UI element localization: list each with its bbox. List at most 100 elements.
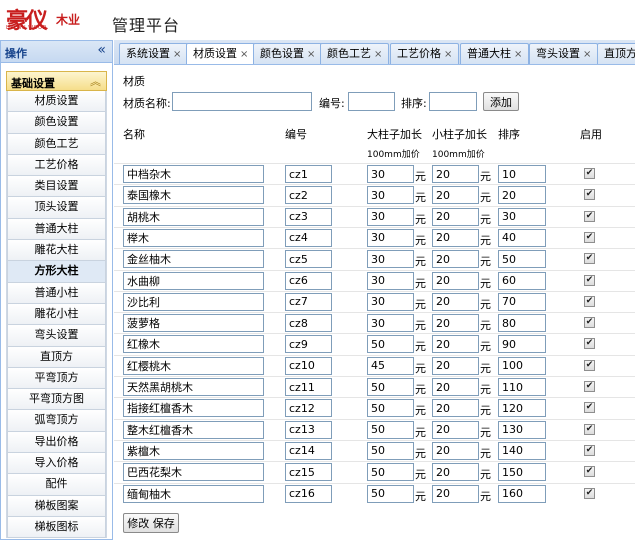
small-price-field[interactable] xyxy=(432,271,479,290)
big-price-field[interactable] xyxy=(367,356,414,375)
enabled-checkbox[interactable]: ✔ xyxy=(584,253,595,265)
enabled-checkbox[interactable]: ✔ xyxy=(584,189,595,201)
save-button[interactable]: 修改 保存 xyxy=(123,513,179,533)
name-field[interactable] xyxy=(123,420,264,439)
small-price-field[interactable] xyxy=(432,335,479,354)
name-field[interactable] xyxy=(123,207,264,226)
order-field[interactable] xyxy=(498,207,546,226)
small-price-field[interactable] xyxy=(432,356,479,375)
big-price-field[interactable] xyxy=(367,186,414,205)
order-field[interactable] xyxy=(498,420,546,439)
code-input[interactable] xyxy=(348,92,395,111)
order-field[interactable] xyxy=(498,484,546,503)
close-icon[interactable]: × xyxy=(514,49,522,60)
code-field[interactable] xyxy=(285,292,332,311)
sidebar-item[interactable]: 弯头设置 xyxy=(7,325,106,347)
tab[interactable]: 系统设置 × xyxy=(119,43,189,64)
enabled-checkbox[interactable]: ✔ xyxy=(584,338,595,350)
sidebar-item[interactable]: 雕花小柱 xyxy=(7,303,106,326)
big-price-field[interactable] xyxy=(367,441,414,460)
small-price-field[interactable] xyxy=(432,378,479,396)
small-price-field[interactable] xyxy=(432,165,479,183)
enabled-checkbox[interactable]: ✔ xyxy=(584,295,595,307)
enabled-checkbox[interactable]: ✔ xyxy=(584,317,595,329)
small-price-field[interactable] xyxy=(432,463,479,482)
name-field[interactable] xyxy=(123,186,264,205)
big-price-field[interactable] xyxy=(367,484,414,503)
name-field[interactable] xyxy=(123,484,264,503)
code-field[interactable] xyxy=(285,207,332,226)
enabled-checkbox[interactable]: ✔ xyxy=(584,274,595,286)
tab[interactable]: 直顶方× xyxy=(597,43,635,64)
sidebar-item[interactable]: 颜色设置 xyxy=(7,112,106,134)
name-field[interactable] xyxy=(123,399,264,418)
name-field[interactable] xyxy=(123,314,264,333)
sidebar-item[interactable]: 导出价格 xyxy=(7,431,106,454)
small-price-field[interactable] xyxy=(432,292,479,311)
sidebar-item[interactable]: 弧弯顶方 xyxy=(7,410,106,432)
big-price-field[interactable] xyxy=(367,463,414,482)
order-field[interactable] xyxy=(498,228,546,247)
order-input[interactable] xyxy=(429,92,477,111)
sidebar-item[interactable]: 工艺价格 xyxy=(7,154,106,177)
code-field[interactable] xyxy=(285,250,332,269)
close-icon[interactable]: × xyxy=(173,49,181,60)
chevron-up-icon[interactable]: ︽ xyxy=(90,73,101,89)
big-price-field[interactable] xyxy=(367,292,414,311)
close-icon[interactable]: × xyxy=(583,49,591,60)
order-field[interactable] xyxy=(498,271,546,290)
order-field[interactable] xyxy=(498,165,546,183)
sidebar-item[interactable]: 雕花大柱 xyxy=(7,240,106,262)
small-price-field[interactable] xyxy=(432,186,479,205)
sidebar-item[interactable]: 普通小柱 xyxy=(7,282,106,304)
big-price-field[interactable] xyxy=(367,250,414,269)
small-price-field[interactable] xyxy=(432,207,479,226)
enabled-checkbox[interactable]: ✔ xyxy=(584,231,595,243)
code-field[interactable] xyxy=(285,378,332,396)
enabled-checkbox[interactable]: ✔ xyxy=(584,168,595,179)
order-field[interactable] xyxy=(498,441,546,460)
collapse-icon[interactable]: « xyxy=(97,42,106,58)
enabled-checkbox[interactable]: ✔ xyxy=(584,402,595,414)
name-field[interactable] xyxy=(123,378,264,396)
code-field[interactable] xyxy=(285,441,332,460)
code-field[interactable] xyxy=(285,399,332,418)
order-field[interactable] xyxy=(498,335,546,354)
small-price-field[interactable] xyxy=(432,228,479,247)
sidebar-item[interactable]: 颜色工艺 xyxy=(7,133,106,155)
name-field[interactable] xyxy=(123,271,264,290)
big-price-field[interactable] xyxy=(367,165,414,183)
code-field[interactable] xyxy=(285,314,332,333)
name-input[interactable] xyxy=(172,92,312,111)
enabled-checkbox[interactable]: ✔ xyxy=(584,381,595,392)
code-field[interactable] xyxy=(285,186,332,205)
sidebar-item[interactable]: 方形大柱 xyxy=(7,261,106,283)
sidebar-item[interactable]: 直顶方 xyxy=(7,346,106,368)
big-price-field[interactable] xyxy=(367,378,414,396)
sidebar-item[interactable]: 梯板图标 xyxy=(7,516,106,539)
order-field[interactable] xyxy=(498,186,546,205)
sidebar-item[interactable]: 平弯顶方图 xyxy=(7,389,106,411)
sidebar-item[interactable]: 平弯顶方 xyxy=(7,367,106,390)
order-field[interactable] xyxy=(498,378,546,396)
big-price-field[interactable] xyxy=(367,207,414,226)
order-field[interactable] xyxy=(498,356,546,375)
close-icon[interactable]: × xyxy=(444,49,452,60)
code-field[interactable] xyxy=(285,420,332,439)
close-icon[interactable]: × xyxy=(240,49,248,60)
code-field[interactable] xyxy=(285,165,332,183)
add-button[interactable]: 添加 xyxy=(483,92,519,111)
enabled-checkbox[interactable]: ✔ xyxy=(584,466,595,478)
code-field[interactable] xyxy=(285,271,332,290)
small-price-field[interactable] xyxy=(432,399,479,418)
code-field[interactable] xyxy=(285,484,332,503)
group-header[interactable]: 基础设置 ︽ xyxy=(6,71,107,91)
tab[interactable]: 颜色设置 × xyxy=(253,43,323,64)
name-field[interactable] xyxy=(123,356,264,375)
small-price-field[interactable] xyxy=(432,441,479,460)
order-field[interactable] xyxy=(498,250,546,269)
sidebar-item[interactable]: 梯板图案 xyxy=(7,495,106,517)
close-icon[interactable]: × xyxy=(307,49,315,60)
name-field[interactable] xyxy=(123,250,264,269)
tab[interactable]: 颜色工艺 × xyxy=(320,43,390,64)
